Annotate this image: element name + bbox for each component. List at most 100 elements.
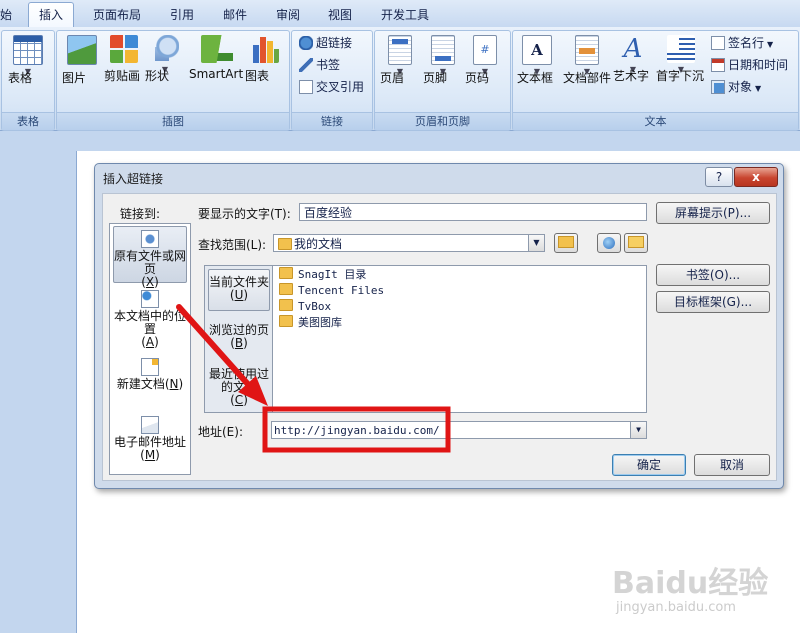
web-page-icon bbox=[141, 230, 159, 248]
screentip-button[interactable]: 屏幕提示(P)... bbox=[656, 202, 770, 224]
folder-icon bbox=[279, 299, 293, 311]
browse-side-pane: 当前文件夹 (U) 浏览过的页 (B) 最近使用过的文件 (C) bbox=[204, 265, 274, 413]
hyperlink-button[interactable]: 超链接 bbox=[299, 34, 352, 52]
email-icon bbox=[141, 416, 159, 434]
text-to-display-label: 要显示的文字(T): bbox=[198, 207, 291, 221]
dropcap-button[interactable]: 首字下沉 ▼ bbox=[656, 35, 706, 83]
insert-hyperlink-dialog: 插入超链接 ? x 链接到: 原有文件或网页 (X) 本文档中的位置 (A) 新… bbox=[94, 163, 784, 489]
footer-icon bbox=[431, 35, 455, 65]
folder-icon bbox=[279, 283, 293, 295]
object-button[interactable]: 对象 ▼ bbox=[711, 78, 761, 96]
group-label-header-footer: 页眉和页脚 bbox=[375, 112, 510, 130]
side-current-folder[interactable]: 当前文件夹 (U) bbox=[208, 269, 270, 311]
header-button[interactable]: 页眉 ▼ bbox=[380, 35, 420, 85]
watermark-brand: Baidu经验 bbox=[612, 566, 769, 601]
list-item[interactable]: Tencent Files bbox=[279, 283, 384, 299]
tab-home[interactable]: 始 bbox=[0, 4, 16, 26]
chevron-down-icon[interactable]: ▼ bbox=[528, 235, 544, 251]
help-button[interactable]: ? bbox=[705, 167, 733, 187]
list-item[interactable]: 美图图库 bbox=[279, 315, 342, 331]
crossref-button[interactable]: 交叉引用 bbox=[299, 78, 364, 96]
nav-existing-file[interactable]: 原有文件或网页 (X) bbox=[113, 226, 187, 289]
address-input[interactable]: http://jingyan.baidu.com/ ▼ bbox=[271, 421, 647, 439]
bookmark-button[interactable]: 书签(O)... bbox=[656, 264, 770, 286]
calendar-icon bbox=[711, 58, 725, 72]
nav-new-document[interactable]: 新建文档(N) bbox=[113, 358, 187, 391]
tab-insert[interactable]: 插入 bbox=[28, 2, 74, 28]
nav-email-address[interactable]: 电子邮件地址 (M) bbox=[113, 416, 187, 462]
chevron-down-icon[interactable]: ▼ bbox=[630, 422, 646, 438]
target-frame-button[interactable]: 目标框架(G)... bbox=[656, 291, 770, 313]
list-item[interactable]: SnagIt 目录 bbox=[279, 267, 366, 283]
text-to-display-input[interactable]: 百度经验 bbox=[299, 203, 647, 221]
quickparts-icon bbox=[575, 35, 599, 65]
clipart-button[interactable]: 剪贴画 bbox=[104, 35, 144, 83]
nav-place-in-document[interactable]: 本文档中的位置 (A) bbox=[113, 290, 187, 349]
look-in-label: 查找范围(L): bbox=[198, 238, 267, 252]
group-label-text: 文本 bbox=[513, 112, 798, 130]
browse-web-button[interactable] bbox=[597, 233, 621, 253]
link-to-pane: 原有文件或网页 (X) 本文档中的位置 (A) 新建文档(N) 电子邮件地址 (… bbox=[109, 223, 191, 475]
quickparts-button[interactable]: 文档部件 ▼ bbox=[563, 35, 611, 85]
cancel-button[interactable]: 取消 bbox=[694, 454, 770, 476]
textbox-button[interactable]: A 文本框 ▼ bbox=[517, 35, 557, 85]
ribbon: 表格 ▼ 表格 图片 剪贴画 形状 ▼ SmartArt 图表 插图 超链接 书… bbox=[0, 27, 800, 131]
signature-line-button[interactable]: 签名行 ▼ bbox=[711, 34, 773, 52]
group-illustrations: 图片 剪贴画 形状 ▼ SmartArt 图表 插图 bbox=[56, 30, 290, 131]
address-label: 地址(E): bbox=[198, 425, 243, 439]
folder-icon bbox=[279, 315, 293, 327]
ribbon-tab-bar: 始 插入 页面布局 引用 邮件 审阅 视图 开发工具 bbox=[0, 0, 800, 28]
chart-button[interactable]: 图表 bbox=[245, 35, 285, 83]
dropcap-icon bbox=[667, 35, 695, 63]
page-number-icon: # bbox=[473, 35, 497, 65]
group-label-table: 表格 bbox=[2, 112, 54, 130]
textbox-icon: A bbox=[522, 35, 552, 65]
group-text: A 文本框 ▼ 文档部件 ▼ A 艺术字 ▼ 首字下沉 ▼ 签名行 ▼ 日期和时间… bbox=[512, 30, 799, 131]
file-list: SnagIt 目录 Tencent Files TvBox 美图图库 bbox=[272, 265, 647, 413]
picture-button[interactable]: 图片 bbox=[62, 35, 102, 85]
close-button[interactable]: x bbox=[734, 167, 778, 187]
table-button[interactable]: 表格 ▼ bbox=[8, 35, 48, 85]
baidu-watermark: Baidu经验 jingyan.baidu.com bbox=[612, 548, 792, 628]
object-icon bbox=[711, 80, 725, 94]
tab-developer[interactable]: 开发工具 bbox=[373, 4, 437, 26]
tab-review[interactable]: 审阅 bbox=[268, 4, 308, 26]
group-header-footer: 页眉 ▼ 页脚 ▼ # 页码 ▼ 页眉和页脚 bbox=[374, 30, 511, 131]
crossref-icon bbox=[299, 80, 313, 94]
smartart-icon bbox=[201, 35, 233, 63]
document-place-icon bbox=[141, 290, 159, 308]
list-item[interactable]: TvBox bbox=[279, 299, 331, 315]
header-icon bbox=[388, 35, 412, 65]
tab-page-layout[interactable]: 页面布局 bbox=[88, 4, 146, 26]
pagenumber-button[interactable]: # 页码 ▼ bbox=[465, 35, 505, 85]
side-recent-files[interactable]: 最近使用过的文件 (C) bbox=[208, 368, 270, 407]
picture-icon bbox=[67, 35, 97, 65]
open-folder-icon bbox=[628, 236, 644, 248]
folder-icon bbox=[278, 238, 292, 250]
group-table: 表格 ▼ 表格 bbox=[1, 30, 55, 131]
side-browsed-pages[interactable]: 浏览过的页 (B) bbox=[208, 324, 270, 350]
folder-icon bbox=[279, 267, 293, 279]
group-label-illustrations: 插图 bbox=[57, 112, 289, 130]
tab-view[interactable]: 视图 bbox=[320, 4, 360, 26]
smartart-button[interactable]: SmartArt bbox=[189, 35, 245, 81]
tab-mailings[interactable]: 邮件 bbox=[215, 4, 255, 26]
datetime-button[interactable]: 日期和时间 bbox=[711, 56, 788, 74]
wordart-button[interactable]: A 艺术字 ▼ bbox=[613, 35, 653, 83]
look-in-dropdown[interactable]: 我的文档 ▼ bbox=[273, 234, 545, 252]
link-to-label: 链接到: bbox=[120, 207, 161, 221]
up-folder-icon bbox=[558, 236, 574, 248]
up-folder-button[interactable] bbox=[554, 233, 578, 253]
chevron-down-icon: ▼ bbox=[767, 40, 774, 49]
signature-icon bbox=[711, 36, 725, 50]
dialog-body: 链接到: 原有文件或网页 (X) 本文档中的位置 (A) 新建文档(N) 电子邮… bbox=[102, 193, 777, 481]
bookmark-button[interactable]: 书签 bbox=[299, 56, 340, 74]
shapes-button[interactable]: 形状 ▼ bbox=[145, 35, 185, 83]
footer-button[interactable]: 页脚 ▼ bbox=[423, 35, 463, 85]
new-document-icon bbox=[141, 358, 159, 376]
browse-file-button[interactable] bbox=[624, 233, 648, 253]
tab-references[interactable]: 引用 bbox=[162, 4, 202, 26]
ok-button[interactable]: 确定 bbox=[612, 454, 686, 476]
clipart-icon bbox=[110, 35, 138, 63]
chevron-down-icon: ▼ bbox=[755, 84, 762, 93]
